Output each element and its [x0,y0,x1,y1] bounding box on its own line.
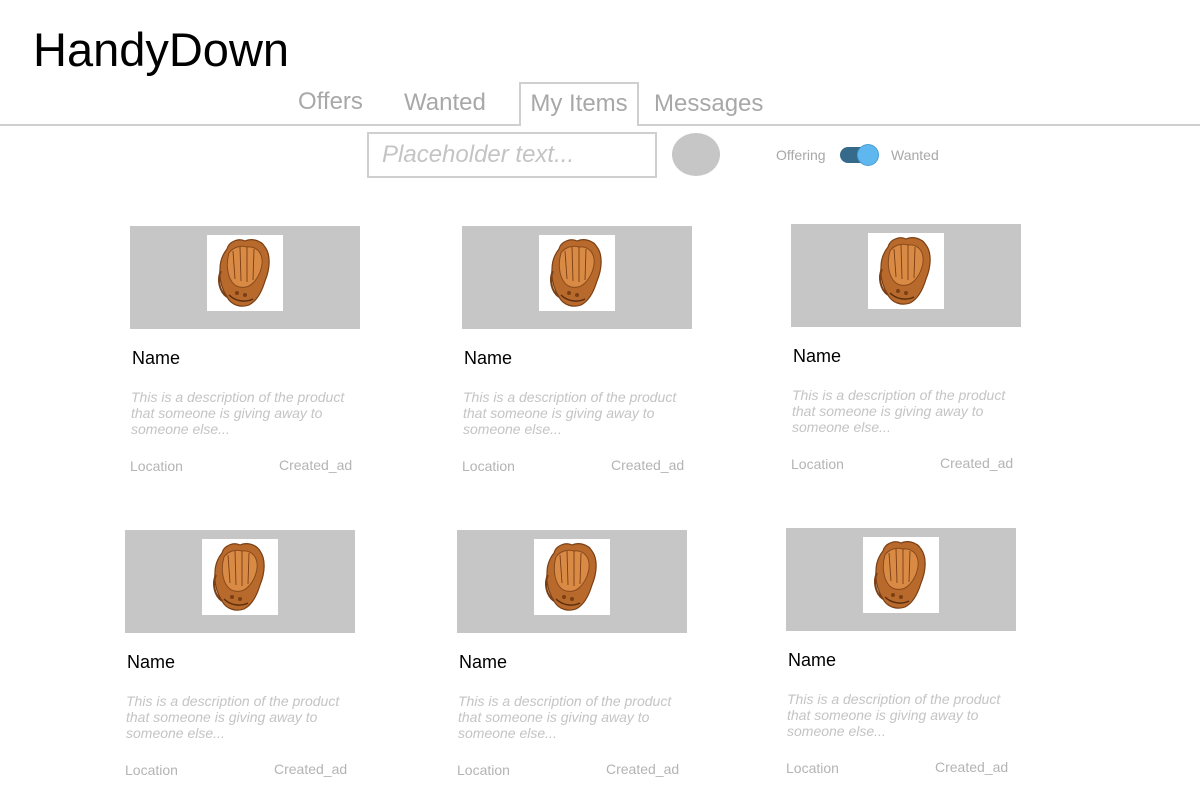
baseball-glove-icon [202,539,278,615]
baseball-glove-icon [868,233,944,309]
item-image-area[interactable] [462,226,692,329]
tab-my-items[interactable]: My Items [519,82,639,126]
item-location: Location [786,760,839,776]
item-description: This is a description of the product tha… [131,389,345,437]
page: HandyDown Offers Wanted My Items Message… [0,0,1200,800]
toggle-label-offering: Offering [776,147,826,163]
baseball-glove-icon [539,235,615,311]
item-location: Location [462,458,515,474]
item-card-4[interactable]: Name This is a description of the produc… [125,530,355,778]
item-created: Created_ad [274,761,348,777]
item-description: This is a description of the product tha… [463,389,677,437]
item-name[interactable]: Name [132,347,180,369]
item-description: This is a description of the product tha… [126,693,340,741]
item-created: Created_ad [940,455,1014,471]
item-image-area[interactable] [457,530,687,633]
item-image-area[interactable] [125,530,355,633]
item-card-6[interactable]: Name This is a description of the produc… [786,528,1016,776]
item-description: This is a description of the product tha… [792,387,1006,435]
baseball-glove-icon [207,235,283,311]
offering-wanted-toggle[interactable] [840,145,878,165]
tab-offers[interactable]: Offers [298,88,363,116]
item-card-2[interactable]: Name This is a description of the produc… [462,226,692,474]
item-location: Location [125,762,178,778]
item-location: Location [457,762,510,778]
tab-wanted[interactable]: Wanted [404,89,486,117]
item-image-area[interactable] [791,224,1021,327]
tab-messages[interactable]: Messages [654,90,763,118]
item-image-area[interactable] [130,226,360,329]
item-name[interactable]: Name [788,649,836,671]
item-name[interactable]: Name [464,347,512,369]
item-description: This is a description of the product tha… [458,693,672,741]
item-card-1[interactable]: Name This is a description of the produc… [130,226,360,474]
baseball-glove-icon [534,539,610,615]
item-description: This is a description of the product tha… [787,691,1001,739]
item-created: Created_ad [935,759,1009,775]
item-name[interactable]: Name [127,651,175,673]
toggle-label-wanted: Wanted [891,147,939,163]
item-name[interactable]: Name [793,345,841,367]
item-location: Location [130,458,183,474]
item-created: Created_ad [606,761,680,777]
baseball-glove-icon [863,537,939,613]
item-card-3[interactable]: Name This is a description of the produc… [791,224,1021,472]
item-created: Created_ad [279,457,353,473]
item-location: Location [791,456,844,472]
app-title: HandyDown [33,23,290,76]
toggle-knob[interactable] [858,145,878,165]
item-card-5[interactable]: Name This is a description of the produc… [457,530,687,778]
item-created: Created_ad [611,457,685,473]
search-input[interactable] [367,132,657,178]
item-image-area[interactable] [786,528,1016,631]
search-button[interactable] [672,133,720,176]
item-name[interactable]: Name [459,651,507,673]
